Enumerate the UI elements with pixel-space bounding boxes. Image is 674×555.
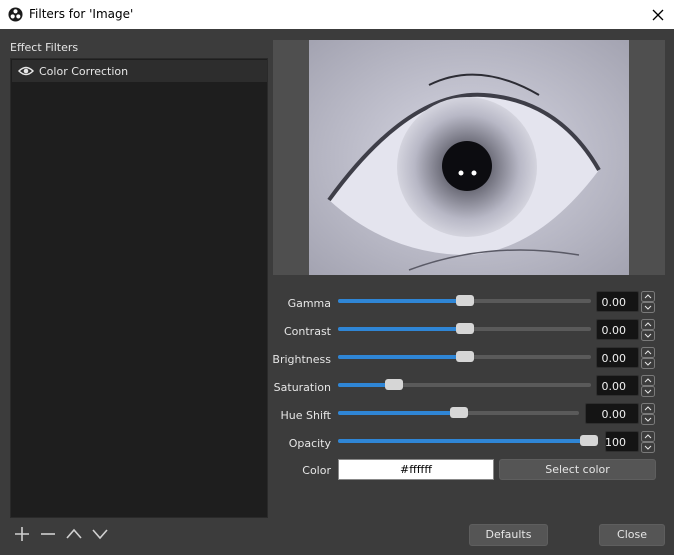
filter-item-color-correction[interactable]: Color Correction — [12, 60, 267, 82]
defaults-button[interactable]: Defaults — [469, 524, 548, 546]
opacity-value: 100 — [605, 436, 626, 449]
chevron-up-icon[interactable] — [64, 526, 84, 542]
spin-down-icon[interactable] — [641, 414, 655, 425]
contrast-slider[interactable] — [338, 323, 591, 334]
saturation-field[interactable]: 0.00 — [596, 375, 639, 396]
chevron-down-icon[interactable] — [90, 526, 110, 542]
brightness-slider[interactable] — [338, 351, 591, 362]
opacity-slider[interactable] — [338, 435, 598, 446]
filter-list[interactable]: Color Correction — [10, 58, 268, 518]
brightness-slider-fill — [338, 355, 465, 359]
spin-up-icon[interactable] — [641, 291, 655, 302]
hue-shift-slider-handle[interactable] — [450, 407, 468, 418]
brightness-slider-handle[interactable] — [456, 351, 474, 362]
close-icon — [652, 9, 664, 20]
saturation-label: Saturation — [273, 381, 331, 394]
title-bar: Filters for 'Image' — [0, 0, 674, 29]
saturation-slider[interactable] — [338, 379, 591, 390]
effect-filters-label: Effect Filters — [10, 41, 79, 54]
brightness-value: 0.00 — [601, 352, 627, 365]
spin-down-icon[interactable] — [641, 302, 655, 313]
brightness-label: Brightness — [272, 353, 331, 366]
color-swatch: #ffffff — [338, 459, 494, 480]
window-title: Filters for 'Image' — [29, 7, 134, 21]
spin-up-icon[interactable] — [641, 431, 655, 442]
eye-photo — [309, 40, 629, 275]
plus-icon[interactable] — [12, 526, 32, 542]
contrast-field[interactable]: 0.00 — [596, 319, 639, 340]
gamma-slider[interactable] — [338, 295, 591, 306]
saturation-spinner[interactable] — [641, 375, 655, 397]
brightness-field[interactable]: 0.00 — [596, 347, 639, 368]
gamma-label: Gamma — [287, 297, 331, 310]
opacity-slider-handle[interactable] — [580, 435, 598, 446]
spin-down-icon[interactable] — [641, 358, 655, 369]
contrast-value: 0.00 — [601, 324, 627, 337]
gamma-value: 0.00 — [601, 296, 627, 309]
hue-shift-slider[interactable] — [338, 407, 579, 418]
contrast-spinner[interactable] — [641, 319, 655, 341]
minus-icon[interactable] — [38, 526, 58, 542]
hue-shift-value: 0.00 — [601, 408, 627, 421]
spin-down-icon[interactable] — [641, 386, 655, 397]
hue-shift-label: Hue Shift — [280, 409, 331, 422]
saturation-value: 0.00 — [601, 380, 627, 393]
close-window-button[interactable] — [642, 0, 674, 29]
color-label: Color — [302, 464, 331, 477]
contrast-slider-handle[interactable] — [456, 323, 474, 334]
filter-item-label: Color Correction — [39, 65, 129, 78]
opacity-label: Opacity — [288, 437, 331, 450]
spin-down-icon[interactable] — [641, 442, 655, 453]
spin-up-icon[interactable] — [641, 403, 655, 414]
brightness-spinner[interactable] — [641, 347, 655, 369]
obs-logo-icon — [8, 7, 23, 22]
contrast-label: Contrast — [283, 325, 331, 338]
spin-up-icon[interactable] — [641, 347, 655, 358]
opacity-field[interactable]: 100 — [605, 431, 639, 452]
gamma-field[interactable]: 0.00 — [596, 291, 639, 312]
hue-shift-slider-fill — [338, 411, 459, 415]
contrast-slider-fill — [338, 327, 465, 331]
hue-shift-spinner[interactable] — [641, 403, 655, 425]
select-color-button[interactable]: Select color — [499, 459, 656, 480]
spin-down-icon[interactable] — [641, 330, 655, 341]
close-button[interactable]: Close — [599, 524, 665, 546]
opacity-slider-fill — [338, 439, 589, 443]
opacity-spinner[interactable] — [641, 431, 655, 453]
hue-shift-field[interactable]: 0.00 — [585, 403, 639, 424]
saturation-slider-handle[interactable] — [385, 379, 403, 390]
preview-image — [309, 40, 629, 275]
gamma-slider-fill — [338, 299, 465, 303]
spin-up-icon[interactable] — [641, 319, 655, 330]
eye-icon[interactable] — [18, 64, 34, 78]
gamma-slider-handle[interactable] — [456, 295, 474, 306]
preview-area — [273, 40, 665, 275]
spin-up-icon[interactable] — [641, 375, 655, 386]
gamma-spinner[interactable] — [641, 291, 655, 313]
